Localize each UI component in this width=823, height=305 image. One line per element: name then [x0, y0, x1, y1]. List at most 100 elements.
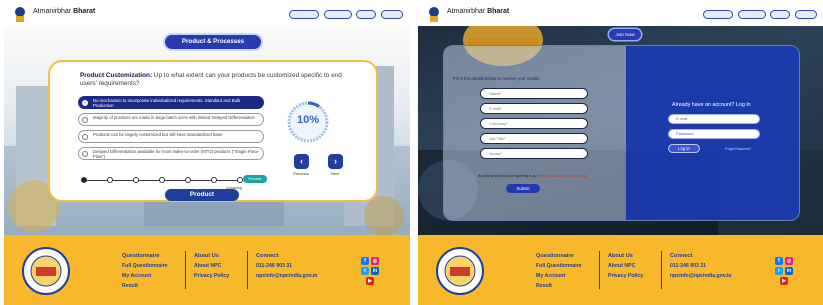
footer-heading: Questionnaire — [122, 253, 160, 259]
stepper-dot — [81, 177, 87, 183]
header-button-3[interactable] — [770, 10, 790, 19]
footer-connect: Connect 011-246 903 31 npcinfo@npcindia.… — [256, 251, 317, 281]
npc-seal-logo — [22, 247, 70, 295]
radio-icon[interactable] — [82, 117, 88, 123]
footer-link[interactable]: Privacy Policy — [608, 271, 643, 281]
footer-questionnaire: Questionnaire Full Questionnaire My Acco… — [536, 251, 582, 291]
footer-link[interactable]: Result — [536, 281, 582, 291]
question-text: Product Customization: Up to what extent… — [80, 72, 342, 87]
instagram-icon[interactable]: ◎ — [371, 257, 379, 265]
login-password-field[interactable]: Password — [668, 129, 760, 139]
header-button-4[interactable] — [795, 10, 817, 19]
footer-link[interactable]: My Account — [122, 271, 168, 281]
signup-form: Fill in the details below to receive you… — [444, 46, 626, 220]
brand-title: Atmanirbhar Bharat — [33, 8, 96, 15]
forgot-password-link[interactable]: Forgot Password? — [725, 147, 751, 151]
submit-button[interactable]: Submit — [506, 184, 540, 193]
terms-link[interactable]: Terms & Conditions, Privacy policy — [538, 174, 587, 178]
next-button[interactable]: › — [328, 154, 343, 169]
top-header: Atmanirbhar Bharat — [4, 0, 410, 26]
header-button-1[interactable] — [703, 10, 733, 19]
radio-selected-icon[interactable] — [82, 100, 88, 106]
login-form: Already have an account? Log in E-mail P… — [626, 46, 799, 220]
youtube-icon[interactable]: ▶ — [366, 277, 374, 285]
top-header: Atmanirbhar Bharat — [418, 0, 823, 26]
linkedin-icon[interactable]: in — [371, 267, 379, 275]
footer-link[interactable]: Privacy Policy — [194, 271, 229, 281]
twitter-icon[interactable]: t — [361, 267, 369, 275]
footer-link[interactable]: About NPC — [194, 261, 229, 271]
footer: Questionnaire Full Questionnaire My Acco… — [418, 235, 823, 305]
name-field[interactable]: Name* — [480, 88, 588, 99]
footer-about: About Us About NPC Privacy Policy — [608, 251, 643, 281]
twitter-icon[interactable]: t — [775, 267, 783, 275]
lion-emblem-logo — [429, 7, 439, 22]
join-now-screen: Atmanirbhar Bharat Join Now Fill in the … — [418, 0, 823, 305]
footer: Questionnaire Full Questionnaire My Acco… — [4, 235, 410, 305]
youtube-icon[interactable]: ▶ — [780, 277, 788, 285]
stepper-dot — [211, 177, 217, 183]
stepper-dot — [133, 177, 139, 183]
footer-divider — [661, 251, 662, 289]
footer-link[interactable]: Full Questionnaire — [536, 261, 582, 271]
progress-percent: 10% — [296, 114, 320, 126]
linkedin-icon[interactable]: in — [785, 267, 793, 275]
radio-icon[interactable] — [82, 134, 88, 140]
footer-email[interactable]: npcinfo@npcindia.gov.in — [256, 271, 317, 281]
footer-phone: 011-246 903 31 — [256, 263, 293, 269]
answer-option-4[interactable]: Delayed Differentiation available for mo… — [78, 147, 264, 160]
npc-seal-logo — [436, 247, 484, 295]
footer-link[interactable]: Full Questionnaire — [122, 261, 168, 271]
brand-title: Atmanirbhar Bharat — [447, 8, 510, 15]
footer-phone: 011-246 903 31 — [670, 263, 707, 269]
footer-heading: About Us — [194, 253, 219, 259]
footer-link[interactable]: About NPC — [608, 261, 643, 271]
product-processes-screen: Atmanirbhar Bharat Product & Processes P… — [4, 0, 410, 305]
footer-heading: About Us — [608, 253, 633, 259]
product-button[interactable]: Product — [165, 189, 239, 201]
login-button[interactable]: Log In — [668, 144, 700, 153]
login-email-field[interactable]: E-mail — [668, 114, 760, 124]
stepper-current-badge: Process — [243, 175, 267, 183]
consent-text: By clicking submit you are agreeing to o… — [478, 174, 587, 178]
section-title-pill: Product & Processes — [165, 35, 261, 49]
job-title-field[interactable]: Job Title* — [480, 133, 588, 144]
signup-login-card: Fill in the details below to receive you… — [443, 45, 800, 221]
radio-icon[interactable] — [82, 151, 88, 157]
previous-button[interactable]: ‹ — [294, 154, 309, 169]
login-heading: Already have an account? Log in — [672, 102, 751, 108]
footer-connect: Connect 011-246 903 31 npcinfo@npcindia.… — [670, 251, 731, 281]
header-button-2[interactable] — [738, 10, 766, 19]
email-field[interactable]: E-mail* — [480, 103, 588, 114]
question-card: Product Customization: Up to what extent… — [48, 60, 378, 202]
footer-email[interactable]: npcinfo@npcindia.gov.in — [670, 271, 731, 281]
header-button-2[interactable] — [324, 10, 352, 19]
footer-link[interactable]: Result — [122, 281, 168, 291]
answer-option-1[interactable]: No mechanism to incorporate individualiz… — [78, 96, 264, 109]
join-now-button[interactable]: Join Now — [609, 29, 641, 40]
lion-emblem-logo — [15, 7, 25, 22]
footer-link[interactable]: My Account — [536, 271, 582, 281]
footer-divider — [247, 251, 248, 289]
stepper-dot — [159, 177, 165, 183]
form-hint: Fill in the details below to receive you… — [453, 76, 540, 81]
footer-heading: Questionnaire — [536, 253, 574, 259]
answer-option-2[interactable]: Majority of products are made in large b… — [78, 113, 264, 126]
footer-heading: Connect — [256, 253, 279, 259]
answer-option-3[interactable]: Products can be largely customized but s… — [78, 130, 264, 143]
instagram-icon[interactable]: ◎ — [785, 257, 793, 265]
next-label: Next — [330, 171, 340, 176]
facebook-icon[interactable]: f — [775, 257, 783, 265]
previous-label: Previous — [293, 171, 309, 176]
facebook-icon[interactable]: f — [361, 257, 369, 265]
stepper-dot — [107, 177, 113, 183]
company-field[interactable]: Company* — [480, 118, 588, 129]
stepper-dot — [185, 177, 191, 183]
footer-divider — [599, 251, 600, 289]
header-button-4[interactable] — [381, 10, 403, 19]
footer-about: About Us About NPC Privacy Policy — [194, 251, 229, 281]
footer-divider — [185, 251, 186, 289]
header-button-3[interactable] — [356, 10, 376, 19]
header-button-1[interactable] — [289, 10, 319, 19]
sector-field[interactable]: Sector* — [480, 148, 588, 159]
